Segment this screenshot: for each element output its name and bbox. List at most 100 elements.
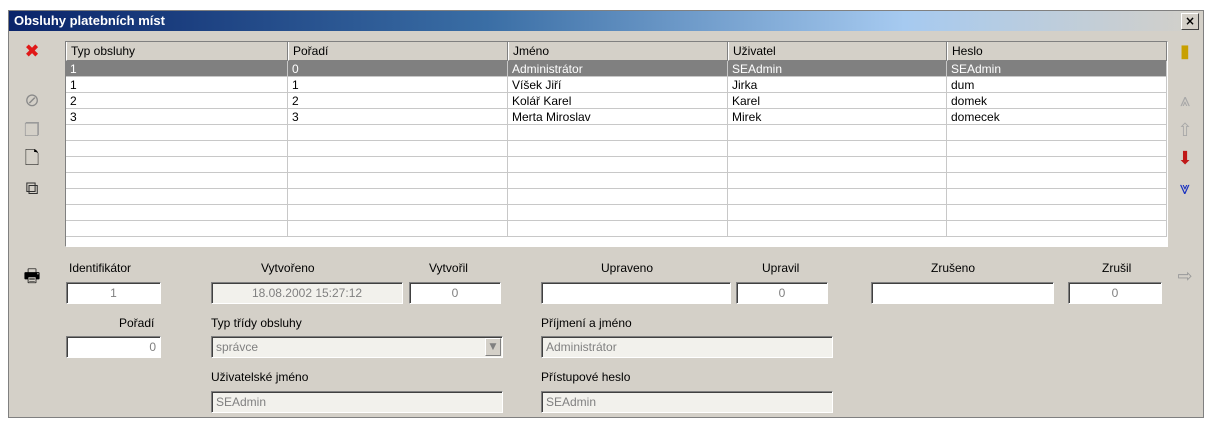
empty-row[interactable] <box>66 157 1167 173</box>
table-cell: Jirka <box>728 77 947 93</box>
table-cell: SEAdmin <box>947 61 1167 77</box>
table-cell: Kolář Karel <box>508 93 728 109</box>
table-cell <box>508 157 728 173</box>
column-header[interactable]: Typ obsluhy <box>66 42 288 61</box>
close-button[interactable]: × <box>1181 13 1199 30</box>
table-cell <box>947 141 1167 157</box>
upravil-label: Upravil <box>762 261 800 275</box>
table-cell <box>947 125 1167 141</box>
table-cell <box>66 125 288 141</box>
table-cell: Administrátor <box>508 61 728 77</box>
column-header[interactable]: Pořadí <box>288 42 508 61</box>
zrusil-field[interactable]: 0 <box>1068 282 1162 304</box>
table-cell: 0 <box>288 61 508 77</box>
duplicate-icon[interactable]: ⧉ <box>19 176 45 202</box>
vytvoreno-label: Vytvořeno <box>261 261 315 275</box>
identifikator-field[interactable]: 1 <box>66 282 161 304</box>
column-header[interactable]: Jméno <box>508 42 728 61</box>
table-cell: 1 <box>288 77 508 93</box>
table-cell <box>288 173 508 189</box>
table-row[interactable]: 2 2 Kolář Karel Karel domek <box>66 93 1167 109</box>
zruseno-field[interactable] <box>871 282 1054 304</box>
heslo-label: Přístupové heslo <box>541 370 631 384</box>
typ-label: Typ třídy obsluhy <box>211 316 302 330</box>
table-cell <box>66 189 288 205</box>
identifikator-label: Identifikátor <box>69 261 132 275</box>
table-cell <box>66 157 288 173</box>
empty-row[interactable] <box>66 221 1167 237</box>
poradi-field[interactable]: 0 <box>66 336 161 358</box>
table-cell <box>288 221 508 237</box>
exit-icon[interactable]: ▮ <box>1172 39 1198 65</box>
table-cell: 3 <box>288 109 508 125</box>
uzivatel-field[interactable]: SEAdmin <box>211 391 503 413</box>
table-cell: dum <box>947 77 1167 93</box>
table-row[interactable]: 3 3 Merta Miroslav Mirek domecek <box>66 109 1167 125</box>
table-cell <box>508 205 728 221</box>
table-cell <box>728 189 947 205</box>
print-icon[interactable]: 🖶 <box>19 264 45 290</box>
data-grid[interactable]: Typ obsluhy Pořadí Jméno Uživatel Heslo 1 0 Ad… <box>65 41 1168 247</box>
table-cell <box>288 205 508 221</box>
new-icon[interactable]: 🗋 <box>19 146 45 172</box>
empty-row[interactable] <box>66 173 1167 189</box>
table-cell: Merta Miroslav <box>508 109 728 125</box>
column-header[interactable]: Uživatel <box>728 42 947 61</box>
upraveno-field[interactable] <box>541 282 731 304</box>
table-cell <box>508 221 728 237</box>
table-cell <box>66 141 288 157</box>
table-cell <box>947 221 1167 237</box>
heslo-field[interactable]: SEAdmin <box>541 391 833 413</box>
table-cell <box>66 173 288 189</box>
table-cell <box>508 125 728 141</box>
table-cell <box>947 157 1167 173</box>
chevron-down-icon[interactable]: ▼ <box>485 338 501 356</box>
poradi-label: Pořadí <box>119 316 155 330</box>
table-cell: Mirek <box>728 109 947 125</box>
empty-row[interactable] <box>66 205 1167 221</box>
grid-header: Typ obsluhy Pořadí Jméno Uživatel Heslo <box>66 42 1167 61</box>
table-cell: 2 <box>288 93 508 109</box>
goto-icon[interactable]: ⇨ <box>1172 264 1198 290</box>
table-cell <box>728 173 947 189</box>
vytvoril-field[interactable]: 0 <box>409 282 501 304</box>
delete-icon[interactable]: ✖ <box>19 39 45 65</box>
vytvoreno-field[interactable]: 18.08.2002 15:27:12 <box>211 282 403 304</box>
table-cell: 3 <box>66 109 288 125</box>
table-cell: SEAdmin <box>728 61 947 77</box>
table-cell <box>728 221 947 237</box>
dialog-window: Obsluhy platebních míst × ✖ ⊘ ❐ 🗋 ⧉ 🖶 ▮ ⩓ ⇧ ⬇ ⩔ ⇨ … <box>8 10 1204 418</box>
up-icon[interactable]: ⇧ <box>1172 118 1198 144</box>
copy-icon[interactable]: ❐ <box>19 118 45 144</box>
cancel-icon[interactable]: ⊘ <box>19 88 45 114</box>
table-cell: Karel <box>728 93 947 109</box>
upravil-field[interactable]: 0 <box>736 282 828 304</box>
table-cell <box>288 125 508 141</box>
first-icon[interactable]: ⩓ <box>1172 88 1198 114</box>
empty-row[interactable] <box>66 141 1167 157</box>
down-icon[interactable]: ⬇ <box>1172 146 1198 172</box>
table-cell: 1 <box>66 77 288 93</box>
prijmeni-field[interactable]: Administrátor <box>541 336 833 358</box>
zruseno-label: Zrušeno <box>931 261 976 275</box>
column-header[interactable]: Heslo <box>947 42 1167 61</box>
empty-row[interactable] <box>66 189 1167 205</box>
table-cell <box>947 189 1167 205</box>
table-cell <box>508 189 728 205</box>
upraveno-label: Upraveno <box>601 261 654 275</box>
title-bar: Obsluhy platebních míst × <box>9 11 1203 31</box>
table-cell: domecek <box>947 109 1167 125</box>
typ-select[interactable]: správce ▼ <box>211 336 503 358</box>
uzivatel-label: Uživatelské jméno <box>211 370 309 384</box>
table-cell: Víšek Jiří <box>508 77 728 93</box>
empty-row[interactable] <box>66 125 1167 141</box>
table-cell: 1 <box>66 61 288 77</box>
table-cell <box>288 189 508 205</box>
table-row[interactable]: 1 1 Víšek Jiří Jirka dum <box>66 77 1167 93</box>
last-icon[interactable]: ⩔ <box>1172 176 1198 202</box>
table-cell <box>66 221 288 237</box>
table-cell <box>728 141 947 157</box>
table-row[interactable]: 1 0 Administrátor SEAdmin SEAdmin <box>66 61 1167 77</box>
table-cell <box>947 205 1167 221</box>
table-cell <box>947 173 1167 189</box>
